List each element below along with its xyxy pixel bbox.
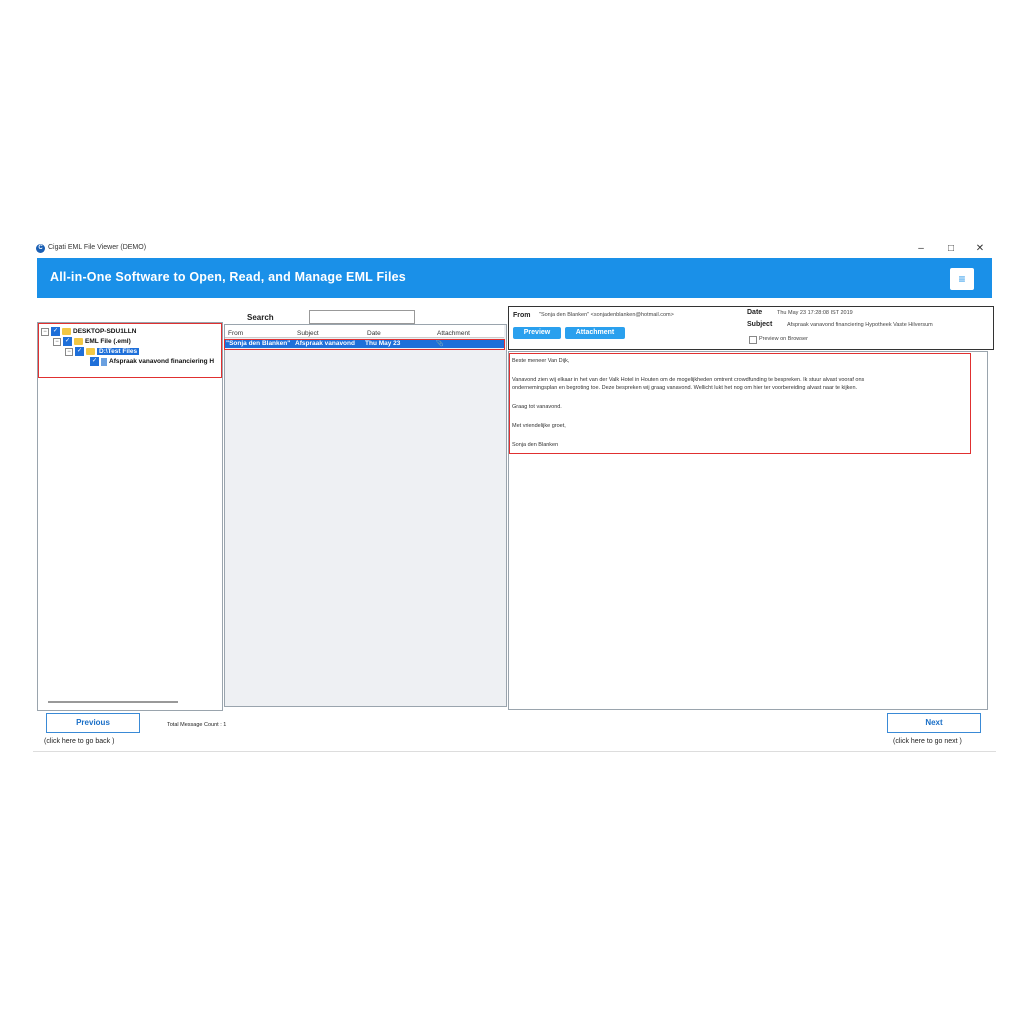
- app-logo-icon: C: [36, 244, 45, 253]
- checkbox-icon[interactable]: ✓: [75, 347, 84, 356]
- message-line: Met vriendelijke groet,: [512, 423, 566, 429]
- tab-preview[interactable]: Preview: [513, 327, 561, 339]
- window-title: Cigati EML File Viewer (DEMO): [48, 244, 147, 251]
- horizontal-scrollbar[interactable]: [48, 701, 178, 703]
- next-button[interactable]: Next: [887, 713, 981, 733]
- tree-item-desktop[interactable]: − ✓ DESKTOP-SDU1LLN: [41, 327, 136, 336]
- collapse-icon[interactable]: −: [53, 337, 61, 346]
- body-highlight-box: [509, 353, 971, 454]
- preview-browser-label[interactable]: Preview on Browser: [759, 336, 808, 342]
- file-icon: [101, 357, 107, 366]
- banner: All-in-One Software to Open, Read, and M…: [37, 258, 992, 298]
- message-body-panel: Beste meneer Van Dijk, Vanavond zien wij…: [508, 351, 988, 710]
- window-bottom-border: [33, 751, 996, 752]
- folder-icon: [74, 338, 83, 345]
- banner-title: All-in-One Software to Open, Read, and M…: [50, 270, 406, 284]
- message-header-panel: From "Sonja den Blanken" <sonjadenblanke…: [508, 306, 994, 350]
- message-line: Sonja den Blanken: [512, 442, 559, 448]
- message-line: Beste meneer Van Dijk,: [512, 358, 570, 364]
- column-date[interactable]: Date: [367, 330, 381, 337]
- menu-icon[interactable]: ≡: [950, 268, 974, 290]
- from-value: "Sonja den Blanken" <sonjadenblanken@hot…: [539, 312, 674, 318]
- date-label: Date: [747, 309, 763, 316]
- folder-icon: [62, 328, 71, 335]
- tree-item-eml-file[interactable]: − ✓ EML File (.eml): [53, 337, 131, 346]
- collapse-icon[interactable]: −: [65, 347, 73, 356]
- close-button[interactable]: ✕: [970, 241, 990, 257]
- tab-attachment[interactable]: Attachment: [565, 327, 625, 339]
- minimize-button[interactable]: –: [911, 241, 931, 257]
- tree-item-test-files[interactable]: − ✓ D:\Test Files: [65, 347, 140, 356]
- from-label: From: [513, 312, 531, 319]
- message-line: ondernemingsplan en begroting toe. Deze …: [512, 385, 858, 391]
- row-highlight-box: [224, 339, 505, 350]
- restore-button[interactable]: □: [941, 241, 961, 257]
- date-value: Thu May 23 17:28:08 IST 2019: [777, 310, 853, 316]
- previous-hint: (click here to go back ): [44, 738, 115, 745]
- column-subject[interactable]: Subject: [297, 330, 319, 337]
- subject-label: Subject: [747, 321, 773, 328]
- title-bar: C Cigati EML File Viewer (DEMO) – □ ✕: [33, 240, 996, 258]
- message-line: Graag tot vanavond.: [512, 404, 562, 410]
- subject-value: Afspraak vanavond financiering Hypotheek…: [787, 322, 933, 328]
- column-attachment[interactable]: Attachment: [437, 330, 470, 337]
- search-label: Search: [247, 313, 274, 322]
- folder-icon: [86, 348, 95, 355]
- next-hint: (click here to go next ): [893, 738, 962, 745]
- checkbox-icon[interactable]: ✓: [51, 327, 60, 336]
- checkbox-icon[interactable]: ✓: [63, 337, 72, 346]
- search-input[interactable]: [309, 310, 415, 324]
- column-from[interactable]: From: [228, 330, 243, 337]
- previous-button[interactable]: Previous: [46, 713, 140, 733]
- message-count: Total Message Count : 1: [167, 722, 227, 728]
- message-line: Vanavond zien wij elkaar in het van der …: [512, 377, 865, 383]
- message-list-panel: [224, 324, 507, 707]
- preview-browser-checkbox[interactable]: [749, 336, 757, 344]
- app-window: C Cigati EML File Viewer (DEMO) – □ ✕ Al…: [33, 240, 996, 753]
- checkbox-icon[interactable]: ✓: [90, 357, 99, 366]
- folder-tree-panel: − ✓ DESKTOP-SDU1LLN − ✓ EML File (.eml) − ✓ D:…: [37, 322, 223, 711]
- tree-item-email[interactable]: ✓ Afspraak vanavond financiering H: [88, 357, 214, 366]
- collapse-icon[interactable]: −: [41, 327, 49, 336]
